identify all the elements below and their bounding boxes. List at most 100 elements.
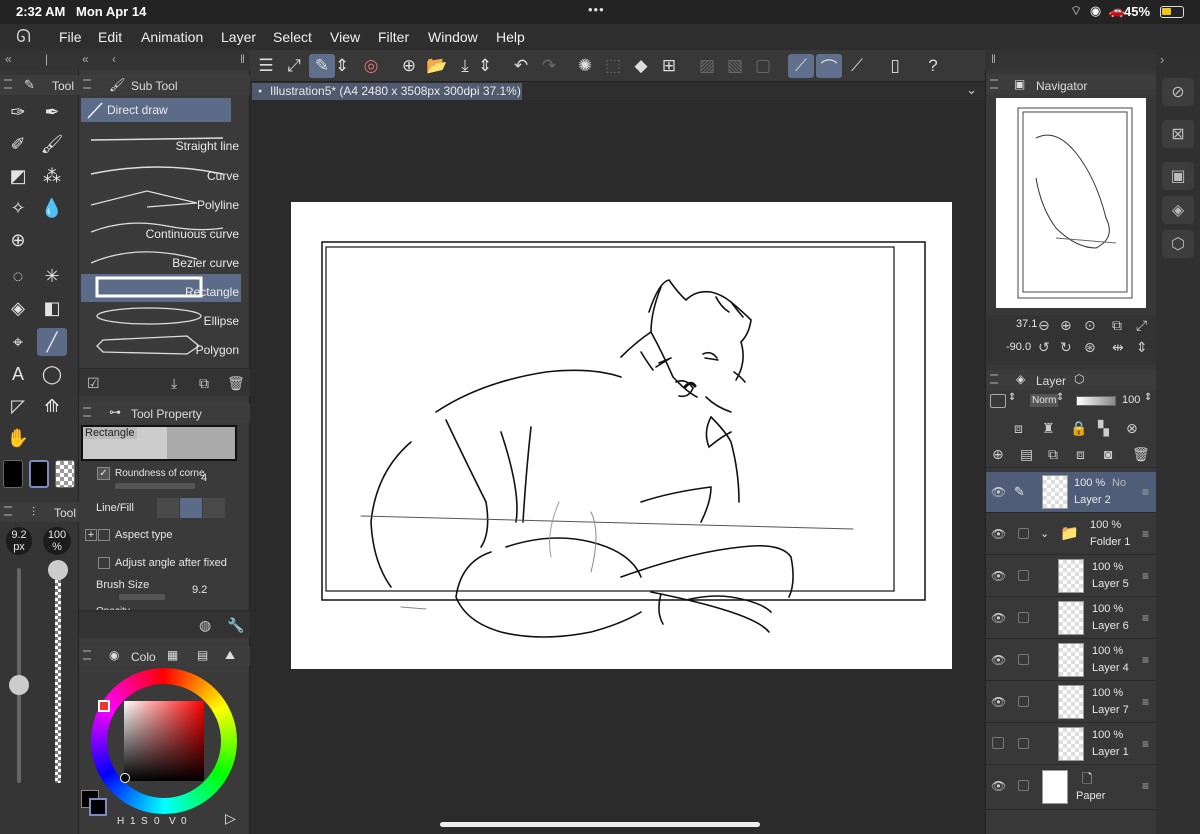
layer-menu-icon[interactable]: ≡ [1142, 695, 1149, 709]
document-tab[interactable]: Illustration5* (A4 2480 x 3508px 300dpi … [252, 83, 522, 100]
layer-row-layer-2[interactable]: 👁 ✎ 100 % No Layer 2 ≡ [986, 472, 1157, 513]
menu-view[interactable]: View [330, 29, 360, 45]
sub-color-swatch[interactable] [29, 460, 49, 488]
save-stepper-icon[interactable]: ⇕ [478, 54, 492, 78]
pencil-icon[interactable]: ✐ [3, 130, 33, 158]
layer-menu-icon[interactable]: ≡ [1142, 569, 1149, 583]
layer-opacity-value[interactable]: 100 [1122, 394, 1140, 406]
new-raster-layer-icon[interactable]: ⊕ [992, 446, 1004, 463]
menu-filter[interactable]: Filter [378, 29, 409, 45]
subtool-rectangle[interactable]: Rectangle [81, 274, 241, 302]
lock-icon[interactable]: 🔒 [1070, 420, 1087, 437]
layer-opacity-slider[interactable] [1076, 396, 1116, 406]
color-picker-marker[interactable] [120, 773, 130, 783]
color-mode-icon[interactable]: ▷ [225, 810, 236, 827]
transparent-swatch[interactable] [55, 460, 75, 488]
paper-canvas[interactable] [291, 202, 952, 669]
sub-color-mini[interactable] [89, 798, 107, 816]
opacity-slider-thumb[interactable] [48, 560, 68, 580]
fit-view-icon[interactable]: ⤢ [281, 54, 307, 78]
merge-layer-icon[interactable]: ⧈ [1076, 446, 1085, 463]
layer-menu-icon[interactable]: ≡ [1142, 611, 1149, 625]
frame-border-icon[interactable]: ◸ [3, 392, 33, 420]
layer-row-layer-1[interactable]: 100 % Layer 1 ≡ [986, 724, 1157, 765]
delete-layer-icon[interactable]: 🗑 [1132, 446, 1150, 463]
eraser-icon[interactable]: ◩ [3, 162, 33, 190]
brush-icon[interactable]: 🖌 [37, 130, 67, 158]
dock-layer-property-icon[interactable]: ▣ [1162, 162, 1194, 190]
hamburger-menu-icon[interactable]: ☰ [253, 54, 279, 78]
opacity-stepper-icon[interactable]: ⇕ [1144, 392, 1152, 403]
operation-icon[interactable]: ⌖ [3, 328, 33, 356]
subtool-curve[interactable]: Curve [81, 158, 241, 186]
flip-vertical-icon[interactable]: ⇕ [1136, 339, 1148, 356]
gradient-icon[interactable]: ◧ [37, 294, 67, 322]
modifier-toggle-icon[interactable]: ✎ [309, 54, 335, 78]
clear-selection-icon[interactable]: ⬚ [600, 54, 626, 78]
multitask-dots[interactable]: ••• [588, 2, 605, 17]
select-layer-icon[interactable]: ▢ [750, 54, 776, 78]
zoom-out-icon[interactable]: ⊖ [1038, 317, 1050, 334]
line-fill-icon[interactable] [203, 498, 225, 518]
menu-edit[interactable]: Edit [98, 29, 122, 45]
chevron-down-icon[interactable]: ⌄ [966, 82, 977, 98]
subtool-continuous-curve[interactable]: Continuous curve [81, 216, 241, 244]
dock-navigator-icon[interactable]: ⊘ [1162, 78, 1194, 106]
lock-transparent-icon[interactable]: ▚ [1098, 420, 1109, 437]
subtool-ellipse[interactable]: Ellipse [81, 303, 241, 331]
canvas-area[interactable] [250, 100, 985, 834]
fill-icon[interactable]: ◈ [3, 294, 33, 322]
layer-select-checkbox[interactable] [1018, 696, 1029, 707]
layer-row-layer-4[interactable]: 👁 100 % Layer 4 ≡ [986, 640, 1157, 681]
layer-property-tab-icon[interactable]: ⬡ [1074, 372, 1084, 386]
new-folder-icon[interactable]: ▤ [1020, 446, 1033, 463]
ruler-icon[interactable]: ⟰ [37, 392, 67, 420]
crop-icon[interactable]: ▧ [722, 54, 748, 78]
brush-size-slider-thumb[interactable] [9, 675, 29, 695]
reference-layer-icon[interactable]: ⧈ [1014, 420, 1023, 437]
delete-subtool-icon[interactable]: 🗑 [227, 375, 245, 392]
pen-tool-icon[interactable]: ✒ [37, 98, 67, 126]
lasso-icon[interactable]: ◌ [3, 262, 33, 290]
color-wheel-tab-icon[interactable]: ◉ [109, 648, 119, 662]
subtool-bezier-curve[interactable]: Bezier curve [81, 245, 241, 273]
roundness-value[interactable]: 4 [201, 472, 207, 484]
layer-color-icon[interactable] [990, 394, 1006, 408]
subtool-settings-icon[interactable]: ☑ [87, 375, 100, 392]
blend-mode-select[interactable]: Norm [1030, 394, 1059, 407]
magic-wand-icon[interactable]: ✳ [37, 262, 67, 290]
decoration-icon[interactable]: ✧ [3, 194, 33, 222]
layer-menu-icon[interactable]: ≡ [1142, 779, 1149, 793]
duplicate-subtool-icon[interactable]: ⧉ [199, 375, 209, 392]
menu-layer[interactable]: Layer [221, 29, 256, 45]
layer-menu-icon[interactable]: ≡ [1142, 653, 1149, 667]
roundness-slider[interactable] [115, 483, 195, 489]
redo-icon[interactable]: ↷ [536, 54, 562, 78]
blend-icon[interactable]: 💧 [37, 194, 67, 222]
layer-select-checkbox[interactable] [1018, 654, 1029, 665]
subtool-polyline[interactable]: Polyline [81, 187, 241, 215]
fill-only-icon[interactable] [180, 498, 202, 518]
import-subtool-icon[interactable]: ⤓ [171, 375, 177, 392]
opacity-slider[interactable] [55, 568, 61, 783]
mask-toggle-icon[interactable]: ⊗ [1126, 420, 1138, 437]
subtool-direct-draw[interactable]: Direct draw [81, 98, 231, 122]
help-icon[interactable]: ? [920, 54, 946, 78]
hand-icon[interactable]: ✋ [3, 424, 33, 452]
fit-window-icon[interactable]: ⧉ [1112, 317, 1122, 334]
figure-tool-icon[interactable]: ╱ [37, 328, 67, 356]
expand-icon[interactable]: + [85, 529, 97, 541]
layer-menu-icon[interactable]: ≡ [1142, 485, 1149, 499]
visibility-eye-icon[interactable]: 👁 [991, 653, 1006, 667]
rotate-right-icon[interactable]: ↻ [1060, 339, 1072, 356]
collapse-arrow-icon[interactable]: ‹ [112, 52, 116, 66]
menu-file[interactable]: File [59, 29, 82, 45]
layer-select-checkbox[interactable] [1018, 528, 1029, 539]
layer-select-checkbox[interactable] [1018, 612, 1029, 623]
menu-animation[interactable]: Animation [141, 29, 203, 45]
dock-layers-icon[interactable]: ◈ [1162, 196, 1194, 224]
visibility-eye-icon[interactable]: 👁 [991, 569, 1006, 583]
collapse-left2-icon[interactable]: « [82, 52, 89, 66]
roundness-checkbox[interactable]: ✓ [97, 467, 110, 480]
chevron-down-icon[interactable]: ⌄ [1040, 527, 1049, 540]
